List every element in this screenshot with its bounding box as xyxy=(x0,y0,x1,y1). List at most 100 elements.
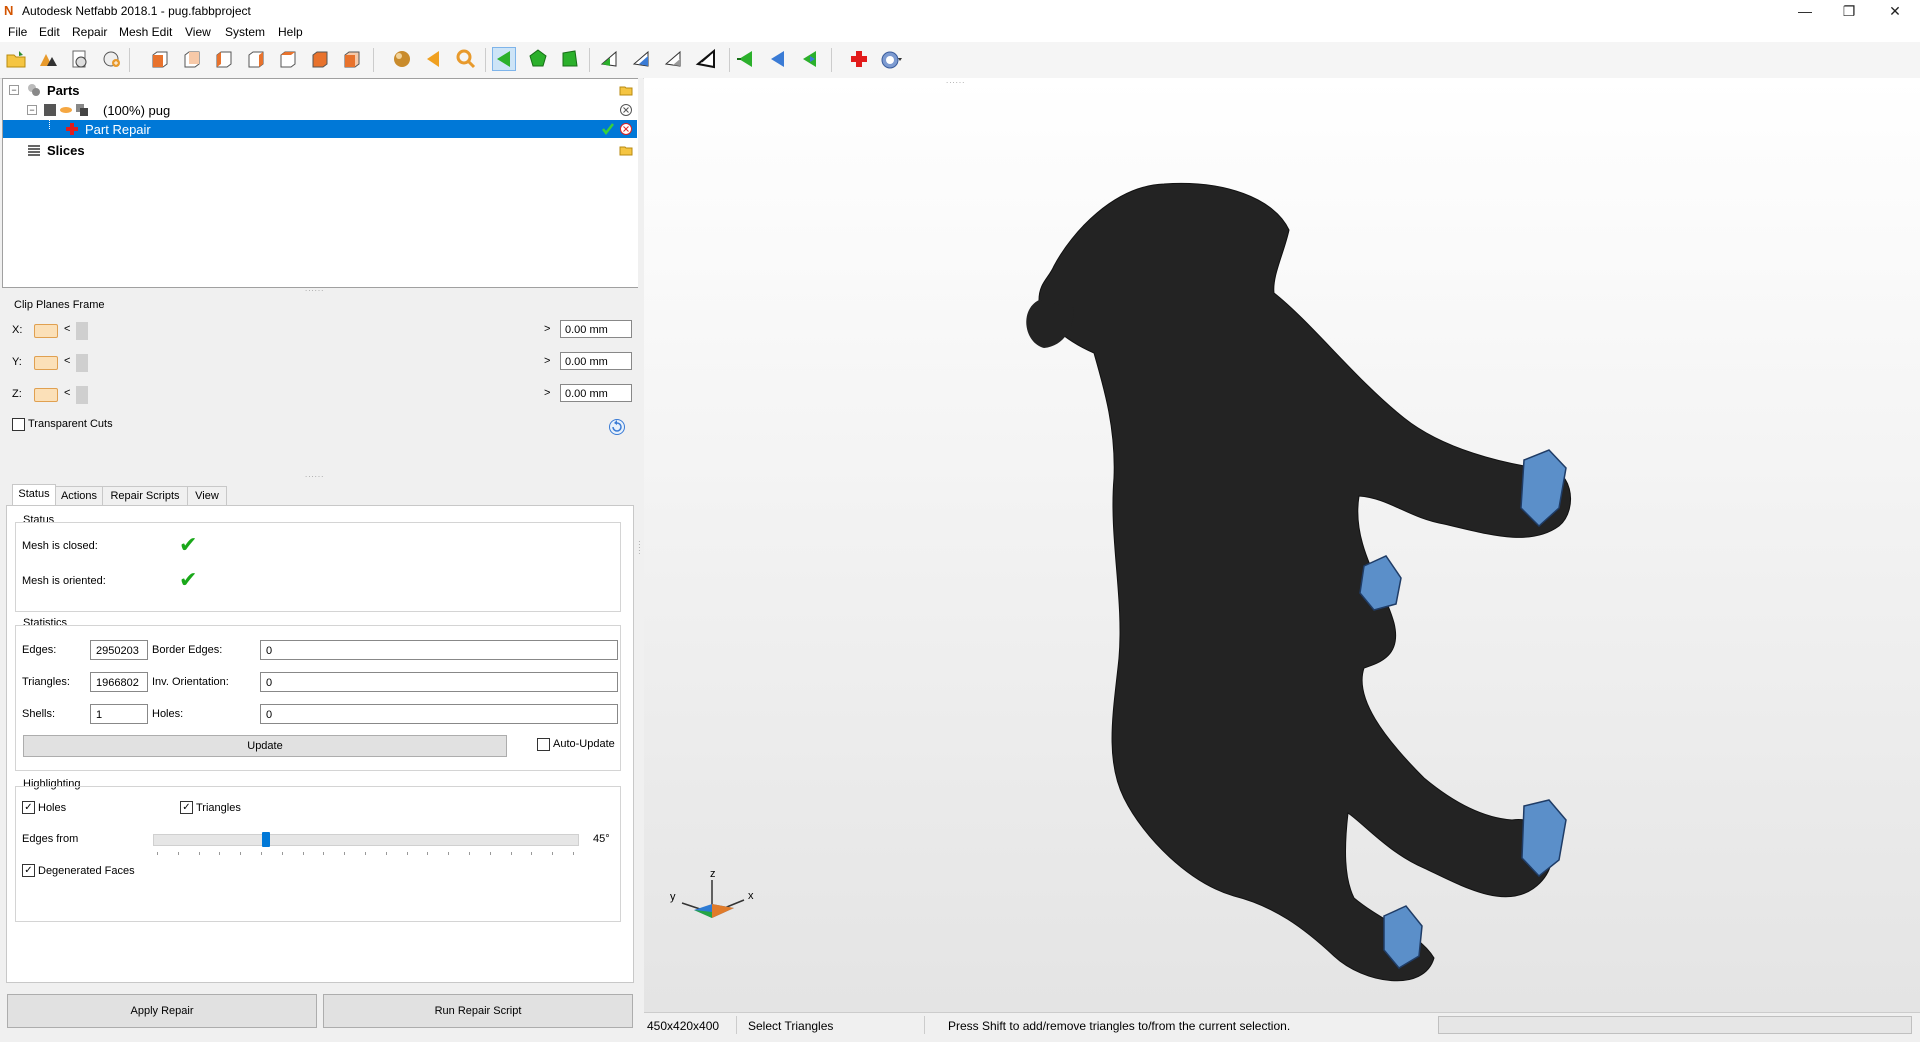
apply-repair-button[interactable]: Apply Repair xyxy=(7,994,317,1028)
clip-y-input[interactable]: 0.00 mm xyxy=(560,352,632,370)
clip-color-swatch[interactable] xyxy=(34,388,58,402)
clip-right-button[interactable]: > xyxy=(544,355,550,367)
help-icon[interactable] xyxy=(880,48,902,70)
view-front-icon[interactable] xyxy=(149,48,171,70)
inv-orientation-label: Inv. Orientation: xyxy=(152,676,229,688)
select-shrink-icon[interactable] xyxy=(799,48,821,70)
remove-circle-icon[interactable] xyxy=(619,103,633,117)
menu-help[interactable]: Help xyxy=(278,25,303,39)
holes-checkbox[interactable]: ✓ xyxy=(22,801,35,814)
splitter-handle[interactable]: ...... xyxy=(305,470,324,479)
tree-row-part-repair[interactable]: Part Repair xyxy=(3,120,637,138)
auto-update-checkbox[interactable] xyxy=(537,738,550,751)
select-shell-icon[interactable] xyxy=(559,48,581,70)
eye-icon[interactable] xyxy=(59,103,73,117)
clip-right-button[interactable]: > xyxy=(544,387,550,399)
triangles-field[interactable]: 1966802 xyxy=(90,672,148,692)
view-top-icon[interactable] xyxy=(277,48,299,70)
update-button[interactable]: Update xyxy=(23,735,507,757)
tree-row-pug[interactable]: − (100%) pug xyxy=(3,101,637,119)
border-edges-field[interactable]: 0 xyxy=(260,640,618,660)
clip-slider-y[interactable] xyxy=(76,354,544,372)
select-invert-icon[interactable] xyxy=(735,48,757,70)
folder-open-icon[interactable] xyxy=(619,143,633,157)
transparent-cuts-checkbox[interactable] xyxy=(12,418,25,431)
select-edge-icon[interactable] xyxy=(631,48,653,70)
run-repair-script-button[interactable]: Run Repair Script xyxy=(323,994,633,1028)
collapse-toggle[interactable]: − xyxy=(27,105,37,115)
add-platform-icon[interactable] xyxy=(101,48,123,70)
collapse-toggle[interactable]: − xyxy=(9,85,19,95)
layers-icon[interactable] xyxy=(75,103,89,117)
menu-edit[interactable]: Edit xyxy=(39,25,60,39)
clip-slider-x[interactable] xyxy=(76,322,544,340)
holes-label: Holes: xyxy=(152,708,184,720)
select-surface-icon[interactable] xyxy=(527,48,549,70)
slider-tick xyxy=(219,852,220,855)
3d-viewport[interactable]: ...... z x y xyxy=(644,76,1920,1012)
tab-view[interactable]: View xyxy=(187,486,227,506)
slider-thumb[interactable] xyxy=(76,354,88,372)
tree-row-slices[interactable]: Slices xyxy=(3,141,637,159)
clip-x-input[interactable]: 0.00 mm xyxy=(560,320,632,338)
repair-cross-icon[interactable] xyxy=(848,48,870,70)
clip-planes-title: Clip Planes Frame xyxy=(14,299,105,311)
zoom-icon[interactable] xyxy=(455,48,477,70)
edges-from-slider[interactable] xyxy=(153,832,579,847)
tab-status[interactable]: Status xyxy=(12,484,56,507)
clip-color-swatch[interactable] xyxy=(34,356,58,370)
arrow-left-icon[interactable] xyxy=(423,48,445,70)
folder-open-icon[interactable] xyxy=(619,83,633,97)
vertical-splitter[interactable] xyxy=(638,78,643,1038)
close-button[interactable]: ✕ xyxy=(1872,0,1918,22)
select-mesh-icon[interactable] xyxy=(663,48,685,70)
inv-orientation-field[interactable]: 0 xyxy=(260,672,618,692)
splitter-handle[interactable]: · · · · · xyxy=(638,538,642,558)
degenerated-faces-checkbox[interactable]: ✓ xyxy=(22,864,35,877)
sphere-shading-icon[interactable] xyxy=(391,48,413,70)
cancel-circle-icon[interactable] xyxy=(619,122,633,136)
edges-field[interactable]: 2950203 xyxy=(90,640,148,660)
restore-button[interactable]: ❐ xyxy=(1826,0,1872,22)
clip-left-button[interactable]: < xyxy=(64,323,70,335)
add-part-icon[interactable] xyxy=(37,48,59,70)
view-bottom-icon[interactable] xyxy=(309,48,331,70)
clip-left-button[interactable]: < xyxy=(64,387,70,399)
clip-z-input[interactable]: 0.00 mm xyxy=(560,384,632,402)
menu-file[interactable]: File xyxy=(8,25,27,39)
new-project-icon[interactable] xyxy=(69,48,91,70)
view-left-icon[interactable] xyxy=(213,48,235,70)
tree-label-slices: Slices xyxy=(47,143,85,158)
triangles-checkbox[interactable]: ✓ xyxy=(180,801,193,814)
tree-row-parts[interactable]: − Parts xyxy=(3,81,637,99)
menu-view[interactable]: View xyxy=(185,25,211,39)
clip-right-button[interactable]: > xyxy=(544,323,550,335)
menu-repair[interactable]: Repair xyxy=(72,25,107,39)
clip-slider-z[interactable] xyxy=(76,386,544,404)
apply-check-icon[interactable] xyxy=(601,122,615,136)
status-hint: Press Shift to add/remove triangles to/f… xyxy=(948,1019,1291,1033)
slider-tick xyxy=(490,852,491,855)
select-triangles-icon[interactable] xyxy=(492,47,516,71)
clip-left-button[interactable]: < xyxy=(64,355,70,367)
select-grow-icon[interactable] xyxy=(767,48,789,70)
open-folder-icon[interactable] xyxy=(5,48,27,70)
tab-repair-scripts[interactable]: Repair Scripts xyxy=(102,486,188,506)
view-right-icon[interactable] xyxy=(245,48,267,70)
menu-mesh-edit[interactable]: Mesh Edit xyxy=(119,25,172,39)
select-all-icon[interactable] xyxy=(695,48,717,70)
slider-thumb[interactable] xyxy=(76,386,88,404)
slider-thumb[interactable] xyxy=(262,832,270,847)
select-plane-icon[interactable] xyxy=(599,48,621,70)
pug-mesh-model[interactable] xyxy=(644,78,1920,1012)
holes-field[interactable]: 0 xyxy=(260,704,618,724)
menu-system[interactable]: System xyxy=(225,25,265,39)
slider-thumb[interactable] xyxy=(76,322,88,340)
shells-field[interactable]: 1 xyxy=(90,704,148,724)
view-back-icon[interactable] xyxy=(181,48,203,70)
minimize-button[interactable]: — xyxy=(1782,0,1828,22)
reset-icon[interactable] xyxy=(608,418,626,436)
tab-actions[interactable]: Actions xyxy=(55,486,103,506)
clip-color-swatch[interactable] xyxy=(34,324,58,338)
view-iso-icon[interactable] xyxy=(341,48,363,70)
